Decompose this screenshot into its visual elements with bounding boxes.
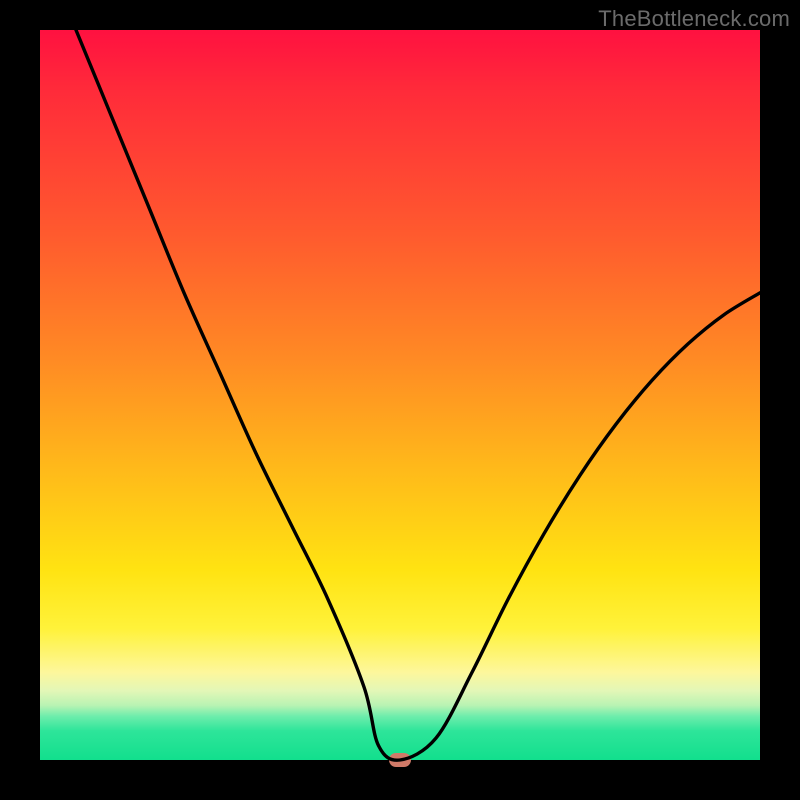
plot-area xyxy=(40,30,760,760)
watermark-text: TheBottleneck.com xyxy=(598,6,790,32)
bottleneck-curve-path xyxy=(76,30,760,760)
chart-frame: TheBottleneck.com xyxy=(0,0,800,800)
curve-svg xyxy=(40,30,760,760)
